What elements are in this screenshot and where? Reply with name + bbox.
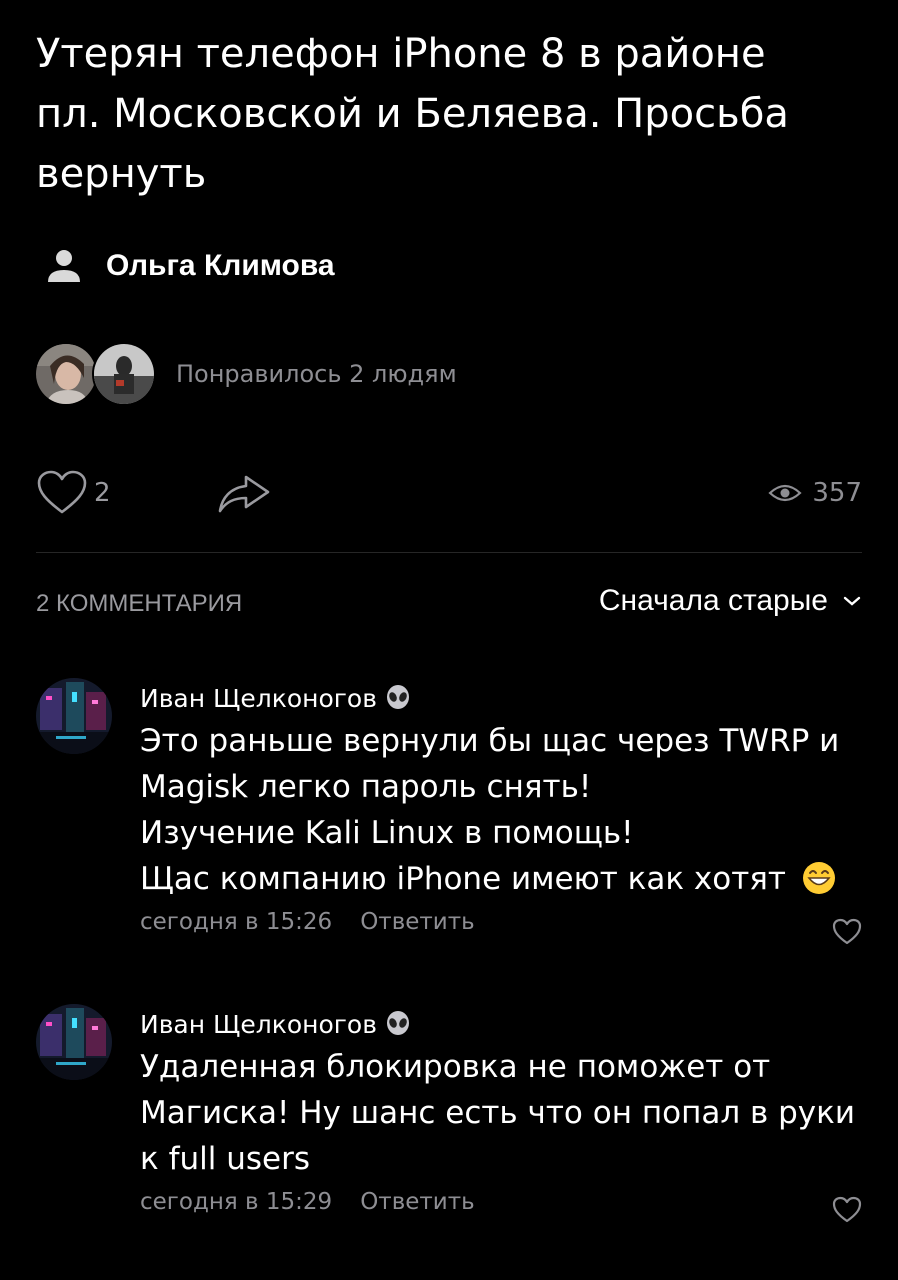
views: 357 [768, 478, 862, 508]
sort-select[interactable]: Сначала старые [599, 584, 862, 618]
comment: Иван Щелконогов Это раньше вернули бы ща… [36, 678, 866, 954]
comment-line: Это раньше вернули бы щас через TWRP и [140, 723, 840, 759]
like-button[interactable]: 2 [36, 470, 111, 516]
comment-time: сегодня в 15:26 [140, 909, 333, 935]
comment-author-name[interactable]: Иван Щелконогов [140, 684, 377, 713]
comment-heart-icon[interactable] [832, 1196, 862, 1224]
avatar-photo [36, 344, 96, 404]
avatar-photo [36, 678, 112, 754]
comment-text: Удаленная блокировка не поможет от Магис… [140, 1044, 860, 1182]
chevron-down-icon [843, 596, 861, 606]
comment-line: Удаленная блокировка не поможет от [140, 1049, 771, 1085]
avatar-photo [36, 1004, 112, 1080]
post-author[interactable]: Ольга Климова [44, 244, 335, 288]
comment-author-name[interactable]: Иван Щелконогов [140, 1010, 377, 1039]
sort-label: Сначала старые [598, 584, 828, 617]
likers-row[interactable]: Понравилось 2 людям [34, 342, 457, 406]
share-arrow-icon [218, 475, 270, 513]
comment-body: Иван Щелконогов Удаленная блокировка не … [140, 1004, 860, 1220]
user-icon [48, 250, 80, 282]
post-title-line: пл. Московской и Беляева. Просьба [36, 91, 789, 137]
comment-author[interactable]: Иван Щелконогов [140, 1004, 860, 1044]
comment-meta: сегодня в 15:26 Ответить [140, 904, 860, 940]
like-count: 2 [94, 478, 111, 508]
comments-count: 2 КОММЕНТАРИЯ [36, 590, 243, 617]
comment-heart-icon[interactable] [832, 918, 862, 946]
comment-author[interactable]: Иван Щелконогов [140, 678, 860, 718]
liker-avatar[interactable] [34, 342, 98, 406]
alien-emoji-icon [386, 685, 409, 709]
liker-avatar[interactable] [92, 342, 156, 406]
reply-button[interactable]: Ответить [360, 909, 475, 935]
avatar[interactable] [36, 1004, 112, 1080]
grinning-emoji-icon [802, 862, 835, 894]
comment-text: Это раньше вернули бы щас через TWRP и M… [140, 718, 860, 902]
comment-line: Изучение Kali Linux в помощь! [140, 815, 634, 851]
comment-line: к full users [140, 1141, 310, 1177]
post-title-line: вернуть [36, 151, 207, 197]
comment-line: Магиска! Ну шанс есть что он попал в рук… [140, 1095, 856, 1131]
avatar[interactable] [36, 678, 112, 754]
alien-emoji-icon [386, 1011, 409, 1035]
views-count: 357 [812, 478, 862, 508]
comment: Иван Щелконогов Удаленная блокировка не … [36, 1004, 866, 1234]
heart-icon [37, 470, 87, 514]
share-button[interactable] [216, 474, 272, 518]
reply-button[interactable]: Ответить [360, 1189, 475, 1215]
comment-meta: сегодня в 15:29 Ответить [140, 1184, 860, 1220]
author-name[interactable]: Ольга Климова [106, 249, 335, 283]
comment-line: Magisk легко пароль снять! [140, 769, 592, 805]
divider [36, 552, 862, 553]
avatar-photo [94, 344, 154, 404]
comment-body: Иван Щелконогов Это раньше вернули бы ща… [140, 678, 860, 940]
comment-line-text: Щас компанию iPhone имеют как хотят [140, 861, 786, 897]
comment-line: Щас компанию iPhone имеют как хотят [140, 856, 860, 902]
likers-text[interactable]: Понравилось 2 людям [176, 360, 457, 388]
post-actions: 2 357 [36, 470, 862, 520]
comments-header: 2 КОММЕНТАРИЯ Сначала старые [36, 584, 862, 628]
eye-icon [768, 484, 802, 502]
post-title-line: Утерян телефон iPhone 8 в районе [36, 31, 766, 77]
comment-time: сегодня в 15:29 [140, 1189, 333, 1215]
post-title: Утерян телефон iPhone 8 в районе пл. Мос… [36, 24, 876, 204]
